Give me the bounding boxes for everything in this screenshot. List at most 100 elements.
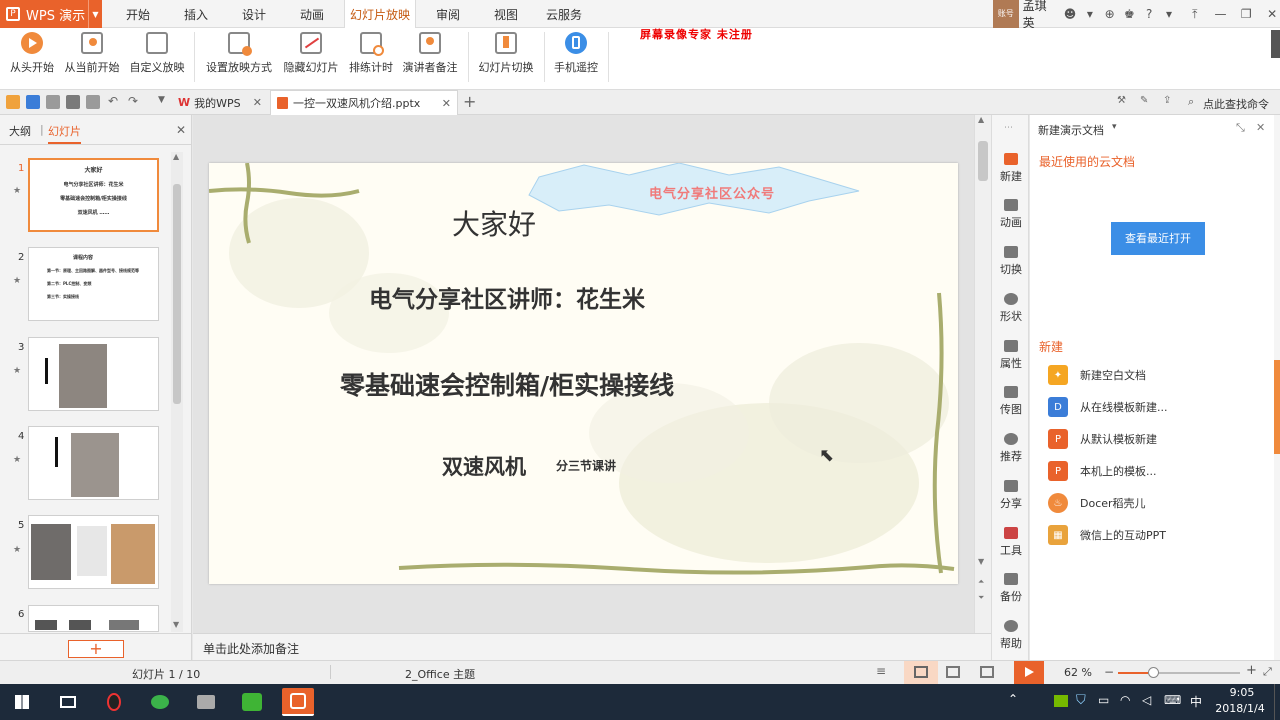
command-search[interactable]: 点此查找命令 (1203, 96, 1269, 112)
battery-icon[interactable]: ▭ (1098, 693, 1109, 707)
menu-insert[interactable]: 插入 (172, 0, 220, 28)
speaker-notes-button[interactable]: 演讲者备注 (400, 32, 460, 82)
sidebar-item-properties[interactable]: 属性 (992, 340, 1030, 371)
new-default-template-item[interactable]: P 从默认模板新建 (1048, 426, 1157, 452)
sidebar-item-animation[interactable]: 动画 (992, 199, 1030, 230)
slide-sorter-icon[interactable] (946, 666, 960, 678)
zoom-level[interactable]: 62 % (1064, 666, 1092, 679)
sidebar-item-upload-image[interactable]: 传图 (992, 386, 1030, 417)
wechat-icon[interactable] (144, 688, 176, 716)
slide-vertical-scrollbar[interactable]: ▲ ▼ ⏶ ⏷ (974, 115, 991, 633)
wifi-icon[interactable]: ◠ (1120, 693, 1130, 707)
clock-time[interactable]: 9:05 (1220, 686, 1264, 699)
start-from-beginning-button[interactable]: 从头开始 (6, 32, 58, 82)
scroll-thumb[interactable] (978, 141, 988, 181)
search-icon[interactable]: ⌕ (1188, 95, 1194, 109)
phone-remote-button[interactable]: 手机遥控 (550, 32, 602, 82)
sidebar-item-shape[interactable]: 形状 (992, 293, 1030, 324)
skin-icon[interactable]: ♚ (1122, 6, 1138, 22)
add-slide-button[interactable]: + (68, 640, 124, 658)
normal-view-button[interactable] (904, 661, 938, 684)
scroll-down-icon[interactable]: ▼ (978, 557, 984, 566)
view-recent-button[interactable]: 查看最近打开 (1111, 222, 1205, 255)
zoom-slider-handle[interactable] (1148, 667, 1159, 678)
next-slide-icon[interactable]: ⏷ (978, 593, 984, 603)
slide-thumbnail-6[interactable] (28, 605, 159, 632)
wps-app-menu-button[interactable]: P WPS 演示 ▼ (0, 0, 102, 28)
slide-thumbnail-3[interactable] (28, 337, 159, 411)
slideshow-play-button[interactable] (1014, 661, 1044, 684)
avatar[interactable]: 账号 (993, 0, 1019, 28)
slide-thumbnail-4[interactable] (28, 426, 159, 500)
slide-transition-button[interactable]: 幻灯片切换 (476, 32, 536, 82)
custom-show-button[interactable]: 自定义放映 (126, 32, 188, 82)
chevron-down-icon[interactable]: ▾ (1082, 6, 1098, 22)
redo-icon[interactable]: ↷ (128, 94, 138, 108)
scroll-down-icon[interactable]: ▼ (173, 620, 179, 629)
current-slide[interactable]: 电气分享社区公众号 大家好 电气分享社区讲师：花生米 零基础速会控制箱/柜实操接… (209, 163, 958, 584)
volume-icon[interactable]: ◁ (1142, 693, 1151, 707)
tools-icon[interactable]: ⚒ (1117, 95, 1126, 106)
iqiyi-icon[interactable] (236, 688, 268, 716)
task-view-icon[interactable] (52, 688, 84, 716)
slide-panel-scrollbar[interactable]: ▲ ▼ (171, 152, 183, 632)
sidebar-item-transition[interactable]: 切换 (992, 246, 1030, 277)
tab-slides[interactable]: 幻灯片 (48, 123, 81, 144)
new-local-template-item[interactable]: P 本机上的模板... (1048, 458, 1157, 484)
sidebar-item-help[interactable]: 帮助 (992, 620, 1030, 651)
show-desktop-button[interactable] (1274, 684, 1280, 720)
setup-show-button[interactable]: 设置放映方式 (202, 32, 276, 82)
tab-document[interactable]: 一控一双速风机介绍.pptx ✕ (270, 90, 458, 115)
zoom-in-icon[interactable]: + (1246, 663, 1257, 678)
chevron-down-icon[interactable]: ▾ (1112, 122, 1117, 132)
new-blank-doc-item[interactable]: ✦ 新建空白文档 (1048, 362, 1146, 388)
menu-animation[interactable]: 动画 (288, 0, 336, 28)
preview-icon[interactable] (86, 95, 100, 109)
new-online-template-item[interactable]: D 从在线模板新建... (1048, 394, 1168, 420)
maximize-icon[interactable]: ❐ (1238, 6, 1254, 22)
feedback-icon[interactable]: ✎ (1140, 95, 1148, 106)
chevron-down-icon[interactable]: ▾ (1161, 6, 1177, 22)
notes-toggle-icon[interactable]: ≡ (876, 664, 886, 678)
chevron-down-icon[interactable]: ▼ (158, 95, 165, 105)
close-icon[interactable]: ✕ (442, 97, 451, 110)
ime-indicator[interactable]: 中 (1190, 693, 1202, 710)
sync-icon[interactable]: ⊕ (1102, 6, 1118, 22)
sidebar-item-recommend[interactable]: 推荐 (992, 433, 1030, 464)
user-name[interactable]: 孟琪英 (1023, 0, 1059, 31)
sidebar-item-new[interactable]: 新建 (992, 153, 1030, 184)
scroll-thumb[interactable] (173, 184, 181, 404)
ribbon-side-scroll[interactable] (1271, 30, 1280, 58)
help-icon[interactable]: ? (1141, 6, 1157, 22)
save-icon[interactable] (26, 95, 40, 109)
security-shield-icon[interactable]: ⛉ (1076, 693, 1086, 708)
reading-view-icon[interactable] (980, 666, 994, 678)
sidebar-item-tools[interactable]: 工具 (992, 527, 1030, 558)
close-icon[interactable]: ✕ (1256, 121, 1265, 134)
close-icon[interactable]: ✕ (253, 96, 262, 109)
keyboard-icon[interactable]: ⌨ (1164, 693, 1181, 707)
minimize-icon[interactable]: — (1213, 6, 1229, 22)
prev-slide-icon[interactable]: ⏶ (978, 577, 984, 587)
clock-date[interactable]: 2018/1/4 (1212, 702, 1268, 715)
menu-slideshow[interactable]: 幻灯片放映 (344, 0, 416, 29)
menu-start[interactable]: 开始 (114, 0, 162, 28)
start-from-current-button[interactable]: 从当前开始 (62, 32, 122, 82)
open-folder-icon[interactable] (6, 95, 20, 109)
menu-view[interactable]: 视图 (482, 0, 530, 28)
slide-thumbnail-2[interactable]: 课程内容 第一节：原理、主回路图解、器件型号、接线规范等 第二节：PLC控制、变… (28, 247, 159, 321)
slide-thumbnail-1[interactable]: 大家好 电气分享社区讲师：花生米 零基础速会控制箱/柜实操接线 双速风机 …… (28, 158, 159, 232)
more-icon[interactable]: ⋯ (1004, 123, 1013, 133)
new-wechat-ppt-item[interactable]: ▦ 微信上的互动PPT (1048, 522, 1166, 548)
nvidia-icon[interactable] (1054, 695, 1068, 707)
fit-window-icon[interactable]: ⤢ (1263, 665, 1272, 679)
screen-recorder-icon[interactable] (190, 688, 222, 716)
scroll-up-icon[interactable]: ▲ (173, 152, 179, 161)
scroll-up-icon[interactable]: ▲ (978, 115, 984, 124)
print-icon[interactable] (66, 95, 80, 109)
sidebar-item-backup[interactable]: 备份 (992, 573, 1030, 604)
sidebar-item-share[interactable]: 分享 (992, 480, 1030, 511)
tray-expand-icon[interactable]: ⌃ (1008, 692, 1018, 706)
restore-ribbon-icon[interactable]: ⤒ (1187, 6, 1203, 22)
menu-review[interactable]: 审阅 (424, 0, 472, 28)
